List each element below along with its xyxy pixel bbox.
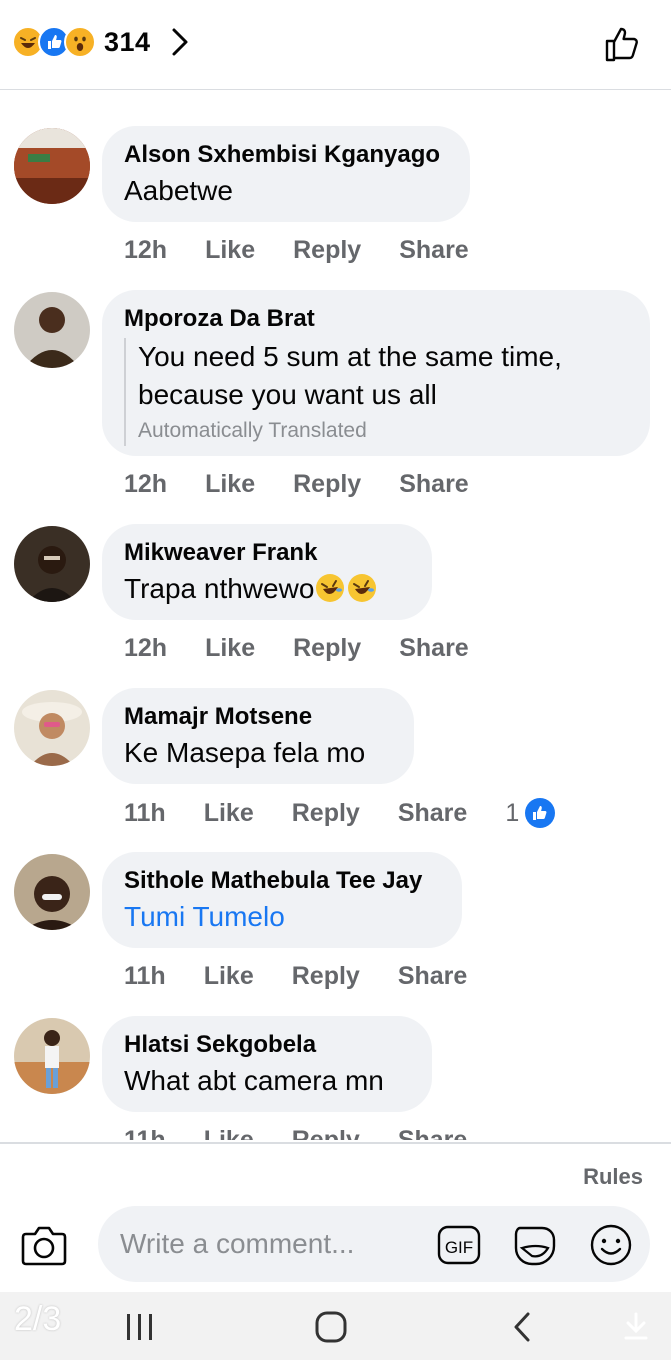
like-reaction-icon <box>525 798 556 828</box>
comment-text: Ke Masepa fela mo <box>124 737 366 768</box>
avatar[interactable] <box>14 292 90 368</box>
reply-button[interactable]: Reply <box>292 1126 360 1140</box>
comment-actions: 11h Like Reply Share <box>124 1126 505 1140</box>
share-button[interactable]: Share <box>398 799 467 828</box>
comment-input[interactable]: Write a comment... GIF <box>98 1206 650 1282</box>
page-indicator: 2/3 <box>14 1300 62 1338</box>
comment-text: Aabetwe <box>124 175 233 206</box>
comment-author[interactable]: Mikweaver Frank <box>124 536 410 570</box>
back-icon[interactable] <box>508 1310 536 1344</box>
share-button[interactable]: Share <box>399 634 468 663</box>
avatar[interactable] <box>14 690 90 766</box>
comment-bubble[interactable]: Hlatsi Sekgobela What abt camera mn <box>102 1016 432 1112</box>
like-outline-icon[interactable] <box>603 24 643 64</box>
share-button[interactable]: Share <box>399 236 468 265</box>
reactions-summary[interactable]: 314 <box>12 24 191 60</box>
reply-button[interactable]: Reply <box>293 634 361 663</box>
recent-apps-icon[interactable] <box>124 1310 156 1344</box>
comment-bubble[interactable]: Mikweaver Frank Trapa nthwewo <box>102 524 432 620</box>
like-button[interactable]: Like <box>205 470 255 499</box>
comment-author[interactable]: Sithole Mathebula Tee Jay <box>124 864 440 898</box>
comment-text-content: Trapa nthwewo <box>124 573 315 604</box>
home-icon[interactable] <box>314 1310 348 1344</box>
rofl-emoji-icon <box>316 574 345 602</box>
share-button[interactable]: Share <box>399 470 468 499</box>
comment-time: 12h <box>124 634 168 662</box>
reply-button[interactable]: Reply <box>292 799 360 828</box>
comment-time: 11h <box>124 1126 166 1140</box>
sticker-icon[interactable] <box>512 1222 558 1268</box>
comment-bubble[interactable]: Mporoza Da Brat You need 5 sum at the sa… <box>102 290 650 456</box>
translated-text: You need 5 sum at the same time, because… <box>124 338 628 446</box>
wow-icon <box>64 26 96 58</box>
avatar[interactable] <box>14 526 90 602</box>
comment-actions: 11h Like Reply Share <box>124 962 505 991</box>
comments-list: Alson Sxhembisi Kganyago Aabetwe 12h Lik… <box>0 90 671 1140</box>
comment-author[interactable]: Hlatsi Sekgobela <box>124 1028 410 1062</box>
comment-actions: 11h Like Reply Share 1 <box>124 798 556 828</box>
mentioned-user-link[interactable]: Tumi Tumelo <box>124 898 440 936</box>
reply-button[interactable]: Reply <box>293 470 361 499</box>
rules-link[interactable]: Rules <box>583 1164 643 1190</box>
translation-note[interactable]: Automatically Translated <box>138 416 628 446</box>
gif-icon-label: GIF <box>445 1238 473 1257</box>
rofl-emoji-icon <box>348 574 377 602</box>
comment-reaction-count: 1 <box>505 798 520 827</box>
system-nav-bar: 2/3 <box>0 1292 671 1360</box>
comment-time: 11h <box>124 962 166 990</box>
share-button[interactable]: Share <box>398 962 467 991</box>
like-button[interactable]: Like <box>204 1126 254 1140</box>
comment-actions: 12h Like Reply Share <box>124 634 507 663</box>
share-button[interactable]: Share <box>398 1126 467 1140</box>
emoji-icon[interactable] <box>588 1222 634 1268</box>
avatar[interactable] <box>14 854 90 930</box>
reply-button[interactable]: Reply <box>293 236 361 265</box>
comment-author[interactable]: Alson Sxhembisi Kganyago <box>124 138 448 172</box>
comment-composer: Rules Write a comment... GIF <box>0 1142 671 1292</box>
comment-reactions[interactable]: 1 <box>505 798 556 828</box>
reaction-count: 314 <box>104 26 151 57</box>
reply-button[interactable]: Reply <box>292 962 360 991</box>
comment-actions: 12h Like Reply Share <box>124 236 507 265</box>
comment-text: Trapa nthwewo <box>124 570 410 608</box>
chevron-right-icon <box>172 28 188 56</box>
comment-author[interactable]: Mamajr Motsene <box>124 700 392 734</box>
download-icon[interactable] <box>622 1310 650 1344</box>
like-button[interactable]: Like <box>205 236 255 265</box>
comment-time: 12h <box>124 236 168 264</box>
comment-text-line: because you want us all <box>138 379 437 410</box>
like-button[interactable]: Like <box>205 634 255 663</box>
camera-icon[interactable] <box>20 1222 68 1268</box>
comment-bubble[interactable]: Alson Sxhembisi Kganyago Aabetwe <box>102 126 470 222</box>
comment-text-line: You need 5 sum at the same time, <box>138 341 562 372</box>
gif-icon[interactable]: GIF <box>436 1222 482 1268</box>
comment-bubble[interactable]: Sithole Mathebula Tee Jay Tumi Tumelo <box>102 852 462 948</box>
comment-time: 12h <box>124 470 168 498</box>
avatar[interactable] <box>14 1018 90 1094</box>
comment-actions: 12h Like Reply Share <box>124 470 507 499</box>
comment-time: 11h <box>124 798 166 827</box>
comment-text: What abt camera mn <box>124 1065 384 1096</box>
comment-author[interactable]: Mporoza Da Brat <box>124 302 628 336</box>
comment-input-placeholder: Write a comment... <box>120 1228 355 1259</box>
avatar[interactable] <box>14 128 90 204</box>
reactions-header: 314 <box>0 0 671 90</box>
comment-bubble[interactable]: Mamajr Motsene Ke Masepa fela mo <box>102 688 414 784</box>
like-button[interactable]: Like <box>204 799 254 828</box>
like-button[interactable]: Like <box>204 962 254 991</box>
